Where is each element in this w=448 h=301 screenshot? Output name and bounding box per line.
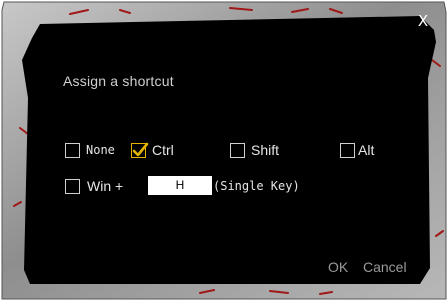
checkbox-none-label: None	[86, 143, 115, 157]
checkbox-none-box[interactable]	[65, 142, 80, 158]
checkbox-ctrl-box[interactable]	[131, 142, 149, 158]
checkbox-shift-label: Shift	[251, 142, 280, 158]
checkbox-alt-box[interactable]	[340, 142, 355, 158]
checkbox-win[interactable]: Win +	[65, 177, 123, 195]
checkbox-ctrl-label: Ctrl	[152, 142, 174, 158]
ok-button[interactable]: OK	[328, 259, 348, 275]
checkmark-icon	[132, 142, 149, 156]
checkbox-alt-label: Alt	[358, 142, 375, 158]
close-button[interactable]: X	[410, 10, 436, 32]
single-key-hint: (Single Key)	[213, 179, 300, 193]
checkbox-none[interactable]: None	[65, 141, 115, 159]
single-key-input[interactable]	[148, 176, 212, 195]
cancel-button[interactable]: Cancel	[363, 259, 407, 275]
checkbox-win-label: Win +	[87, 178, 124, 194]
checkbox-ctrl[interactable]: Ctrl	[131, 141, 174, 159]
dialog-title: Assign a shortcut	[63, 73, 174, 89]
checkbox-alt[interactable]: Alt	[340, 141, 374, 159]
checkbox-shift[interactable]: Shift	[230, 141, 279, 159]
checkbox-shift-box[interactable]	[230, 142, 245, 158]
checkbox-win-box[interactable]	[65, 178, 80, 194]
